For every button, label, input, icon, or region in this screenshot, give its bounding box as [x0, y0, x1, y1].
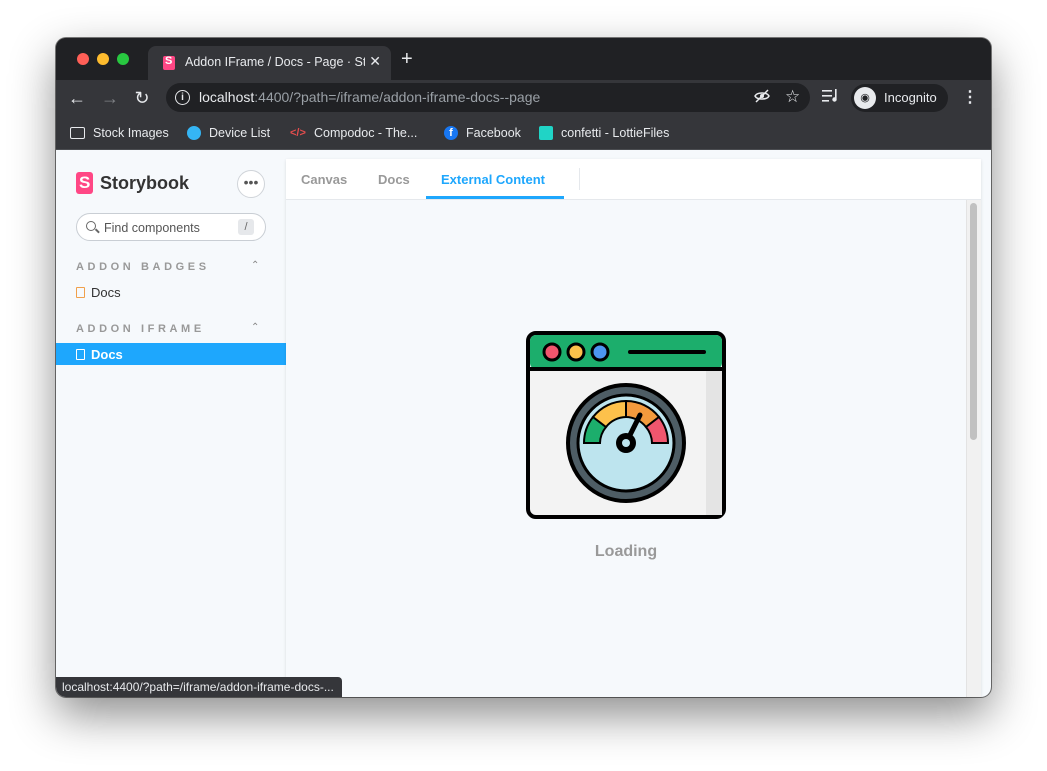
sidebar: Storybook ••• / ADDON BADGES ⌃ Docs ADDO…	[56, 150, 286, 697]
active-tab-indicator	[426, 196, 564, 199]
reload-icon[interactable]: ↻	[131, 87, 153, 109]
address-bar[interactable]: i localhost:4400/?path=/iframe/addon-ifr…	[166, 83, 810, 112]
url-text[interactable]: localhost:4400/?path=/iframe/addon-ifram…	[199, 89, 540, 105]
info-icon[interactable]: i	[175, 90, 190, 105]
collapse-group-icon[interactable]: ⌃	[251, 260, 259, 271]
panel-tabs: Canvas Docs External Content	[286, 159, 981, 200]
storybook-logo-icon	[76, 172, 93, 194]
maximize-window-button[interactable]	[117, 53, 129, 65]
storybook-favicon-icon	[163, 55, 175, 70]
compodoc-icon: </>	[290, 127, 306, 139]
search-input[interactable]	[104, 219, 229, 236]
browser-toolbar: ← → ↻ i localhost:4400/?path=/iframe/add…	[56, 80, 991, 116]
tab-docs[interactable]: Docs	[378, 172, 410, 187]
bookmark-facebook[interactable]: f Facebook	[444, 125, 521, 141]
storybook-app: Storybook ••• / ADDON BADGES ⌃ Docs ADDO…	[56, 150, 991, 697]
close-window-button[interactable]	[77, 53, 89, 65]
profile-button[interactable]: ◉ Incognito	[851, 84, 948, 112]
status-bubble: localhost:4400/?path=/iframe/addon-ifram…	[56, 677, 342, 697]
bookmark-stock-images[interactable]: Stock Images	[70, 125, 169, 141]
sidebar-item-addon-iframe-docs[interactable]: Docs	[56, 343, 286, 365]
search-icon	[86, 221, 96, 231]
facebook-icon: f	[444, 126, 458, 140]
group-title-addon-iframe: ADDON IFRAME	[76, 323, 205, 335]
new-tab-icon[interactable]: +	[401, 49, 413, 69]
tab-title: Addon IFrame / Docs - Page · Storybook	[185, 55, 365, 69]
speedometer-window-icon	[526, 331, 726, 519]
browser-menu-icon[interactable]: ⋮	[962, 87, 978, 107]
media-queue-icon[interactable]	[822, 89, 839, 107]
storybook-brand[interactable]: Storybook	[100, 173, 189, 194]
bookmark-compodoc[interactable]: </> Compodoc - The...	[290, 125, 417, 141]
loading-illustration	[526, 331, 726, 524]
star-icon[interactable]: ☆	[785, 87, 800, 107]
profile-label: Incognito	[884, 90, 937, 105]
close-tab-icon[interactable]: ✕	[369, 53, 381, 70]
browser-window: Addon IFrame / Docs - Page · Storybook ✕…	[56, 38, 991, 697]
more-options-button[interactable]: •••	[237, 170, 265, 198]
preview-panel: Canvas Docs External Content Loading	[286, 159, 981, 697]
preview-area: Loading	[286, 200, 966, 697]
collapse-group-icon[interactable]: ⌃	[251, 322, 259, 333]
forward-arrow-icon[interactable]: →	[99, 87, 121, 109]
search-shortcut-key: /	[238, 219, 254, 235]
eye-slash-icon[interactable]	[754, 88, 770, 108]
folder-icon	[70, 127, 85, 139]
group-title-addon-badges: ADDON BADGES	[76, 261, 210, 273]
device-list-icon	[187, 126, 201, 140]
browser-tab[interactable]: Addon IFrame / Docs - Page · Storybook ✕	[148, 46, 391, 80]
sidebar-item-addon-badges-docs[interactable]: Docs	[56, 281, 286, 303]
tab-strip: Addon IFrame / Docs - Page · Storybook ✕…	[56, 38, 991, 80]
vertical-scrollbar[interactable]	[966, 200, 981, 697]
tabs-divider	[579, 168, 580, 190]
incognito-icon: ◉	[854, 87, 876, 109]
scrollbar-thumb[interactable]	[970, 203, 977, 440]
document-icon	[76, 349, 85, 360]
lottiefiles-icon	[539, 126, 553, 140]
back-arrow-icon[interactable]: ←	[66, 87, 88, 109]
bookmark-lottiefiles[interactable]: confetti - LottieFiles	[539, 125, 669, 141]
bookmarks-bar: Stock Images Device List </> Compodoc - …	[56, 116, 991, 150]
tab-canvas[interactable]: Canvas	[301, 172, 347, 187]
document-icon	[76, 287, 85, 298]
search-field[interactable]: /	[76, 213, 266, 241]
bookmark-device-list[interactable]: Device List	[187, 125, 270, 141]
loading-text: Loading	[594, 543, 658, 560]
tab-external-content[interactable]: External Content	[441, 172, 545, 187]
minimize-window-button[interactable]	[97, 53, 109, 65]
